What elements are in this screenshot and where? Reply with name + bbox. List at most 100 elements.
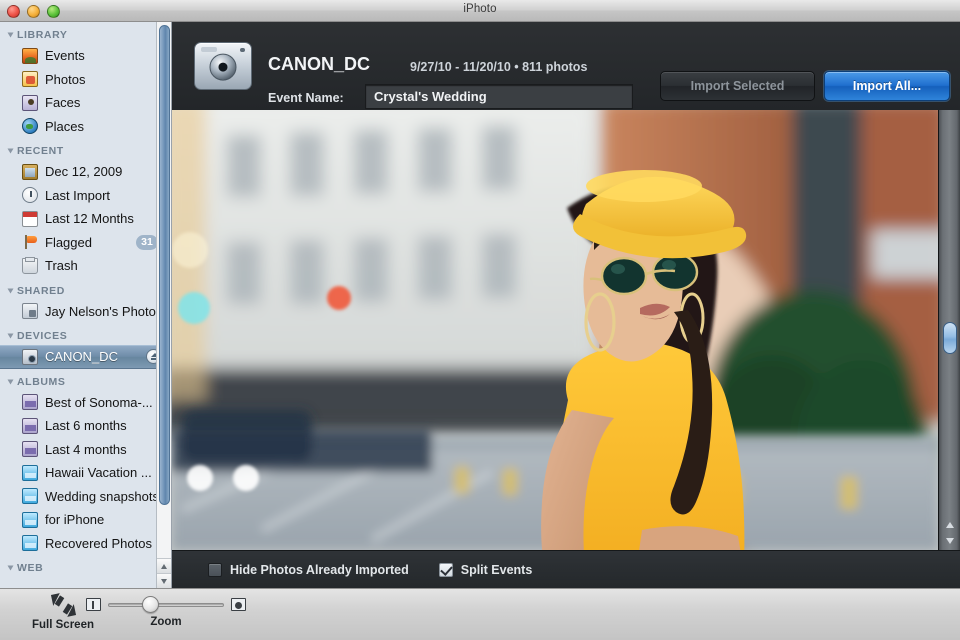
sidebar-group-label: RECENT (17, 145, 64, 157)
sidebar-scrollbar-arrows (157, 558, 171, 588)
scroll-up-arrow-icon[interactable] (942, 518, 958, 532)
camera-icon (22, 348, 38, 365)
sidebar-group-label: ALBUMS (17, 375, 66, 388)
import-options-bar: Hide Photos Already Imported Split Event… (172, 550, 960, 588)
window-title: iPhoto (463, 3, 497, 15)
sidebar-item-label: CANON_DC (45, 349, 118, 365)
bottom-toolbar: Full Screen Zoom (0, 588, 960, 640)
sidebar-item-label: for iPhone (45, 512, 105, 528)
checkbox-icon[interactable] (208, 562, 222, 577)
photo-scrollbar-thumb[interactable] (943, 322, 957, 354)
album-icon (22, 464, 38, 481)
sidebar-item-label: Places (45, 118, 85, 134)
sidebar-item-label: Photos (45, 71, 86, 87)
sidebar-item-recovered-photos[interactable]: Recovered Photos (0, 532, 171, 556)
import-selected-button[interactable]: Import Selected (660, 71, 815, 101)
sidebar-item-label: Last 6 months (45, 418, 127, 434)
sidebar-item-places[interactable]: Places (0, 115, 171, 139)
sidebar-group-library[interactable]: LIBRARY (0, 22, 171, 44)
calendar-icon (22, 210, 38, 227)
camera-device-icon (194, 42, 252, 90)
title-bar: iPhoto (0, 0, 960, 22)
disclosure-triangle-icon[interactable] (7, 333, 14, 339)
disclosure-triangle-icon[interactable] (7, 565, 14, 571)
sidebar-group-devices[interactable]: DEVICES (0, 323, 171, 345)
events-icon (22, 47, 38, 64)
sidebar-item-label: Hawaii Vacation ... (45, 465, 152, 481)
sidebar-scrollbar-thumb[interactable] (159, 25, 170, 505)
album-icon (22, 511, 38, 528)
sidebar-group-recent[interactable]: RECENT (0, 138, 171, 160)
sidebar-item-label: Events (45, 48, 85, 64)
sidebar-item-flagged[interactable]: Flagged 31 (0, 231, 171, 255)
sidebar-item-last-12-months[interactable]: Last 12 Months (0, 207, 171, 231)
split-events-checkbox[interactable]: Split Events (438, 562, 532, 577)
checkbox-checked-icon[interactable] (438, 562, 453, 577)
disclosure-triangle-icon[interactable] (7, 379, 14, 384)
sidebar-item-dec-12-2009[interactable]: Dec 12, 2009 (0, 160, 171, 184)
sidebar-item-photos[interactable]: Photos (0, 68, 171, 92)
shared-library-icon (22, 303, 38, 320)
sidebar-group-web[interactable]: WEB (0, 555, 171, 577)
sidebar-item-label: Last Import (45, 187, 111, 203)
photo-preview[interactable] (172, 110, 938, 550)
scroll-down-arrow-icon[interactable] (157, 573, 171, 588)
small-thumbnail-icon[interactable] (86, 598, 101, 611)
scroll-up-arrow-icon[interactable] (157, 558, 171, 573)
sidebar-item-last-6-months[interactable]: Last 6 months (0, 414, 171, 438)
photo-scrollbar[interactable] (938, 110, 960, 550)
preview-photo-image (172, 110, 938, 550)
event-name-input[interactable]: Crystal's Wedding (365, 84, 633, 109)
sidebar-group-shared[interactable]: SHARED (0, 278, 171, 300)
sidebar-group-albums[interactable]: ALBUMS (0, 369, 171, 391)
zoom-slider-thumb[interactable] (142, 596, 159, 613)
full-screen-icon (48, 593, 78, 617)
sidebar-group-label: LIBRARY (17, 29, 68, 41)
sidebar-item-label: Dec 12, 2009 (45, 164, 123, 180)
sidebar: LIBRARY Events Photos Faces Places RECEN… (0, 22, 172, 588)
sidebar-item-label: Wedding snapshots (45, 488, 159, 504)
sidebar-item-last-import[interactable]: Last Import (0, 184, 171, 208)
scroll-down-arrow-icon[interactable] (942, 534, 958, 548)
import-panel: CANON_DC 9/27/10 - 11/20/10 • 811 photos… (172, 22, 960, 588)
sidebar-item-label: Last 12 Months (45, 211, 134, 227)
zoom-control: Zoom (86, 595, 246, 628)
sidebar-item-label: Flagged (45, 234, 92, 250)
disclosure-triangle-icon[interactable] (7, 148, 14, 154)
import-all-button[interactable]: Import All... (824, 71, 950, 101)
sidebar-item-label: Faces (45, 95, 81, 111)
import-header: CANON_DC 9/27/10 - 11/20/10 • 811 photos… (172, 22, 960, 110)
sidebar-group-label: DEVICES (17, 330, 68, 342)
sidebar-item-label: Trash (45, 258, 78, 274)
album-icon (22, 488, 38, 505)
sidebar-group-label: SHARED (17, 284, 65, 297)
sidebar-item-hawaii-vacation[interactable]: Hawaii Vacation ... (0, 461, 171, 485)
sidebar-item-jay-nelsons-photos[interactable]: Jay Nelson's Photos (0, 300, 171, 324)
album-icon (22, 535, 38, 552)
hide-photos-already-imported-label: Hide Photos Already Imported (230, 562, 409, 577)
hide-photos-already-imported-checkbox[interactable]: Hide Photos Already Imported (208, 562, 409, 577)
smart-album-icon (22, 441, 38, 458)
flag-icon (22, 234, 38, 250)
sidebar-item-last-4-months[interactable]: Last 4 months (0, 438, 171, 462)
disclosure-triangle-icon[interactable] (7, 32, 14, 38)
sidebar-item-canon-dc[interactable]: CANON_DC (0, 345, 171, 369)
zoom-label: Zoom (150, 616, 182, 628)
sidebar-item-label: Last 4 months (45, 441, 127, 457)
sidebar-group-label: WEB (17, 562, 44, 574)
zoom-slider-track[interactable] (108, 603, 224, 607)
sidebar-item-wedding-snapshots[interactable]: Wedding snapshots (0, 485, 171, 509)
sidebar-item-for-iphone[interactable]: for iPhone (0, 508, 171, 532)
sidebar-item-best-of-sonoma[interactable]: Best of Sonoma-... (0, 391, 171, 415)
disclosure-triangle-icon[interactable] (7, 288, 14, 293)
sidebar-item-label: Recovered Photos (45, 535, 152, 551)
smart-album-icon (22, 394, 38, 411)
sidebar-item-faces[interactable]: Faces (0, 91, 171, 115)
sidebar-item-events[interactable]: Events (0, 44, 171, 68)
sidebar-item-trash[interactable]: Trash (0, 254, 171, 278)
photos-icon (22, 71, 38, 88)
smart-album-icon (22, 417, 38, 434)
sidebar-item-label: Jay Nelson's Photos (45, 303, 163, 319)
large-thumbnail-icon[interactable] (231, 598, 246, 611)
sidebar-scrollbar[interactable] (156, 22, 171, 588)
